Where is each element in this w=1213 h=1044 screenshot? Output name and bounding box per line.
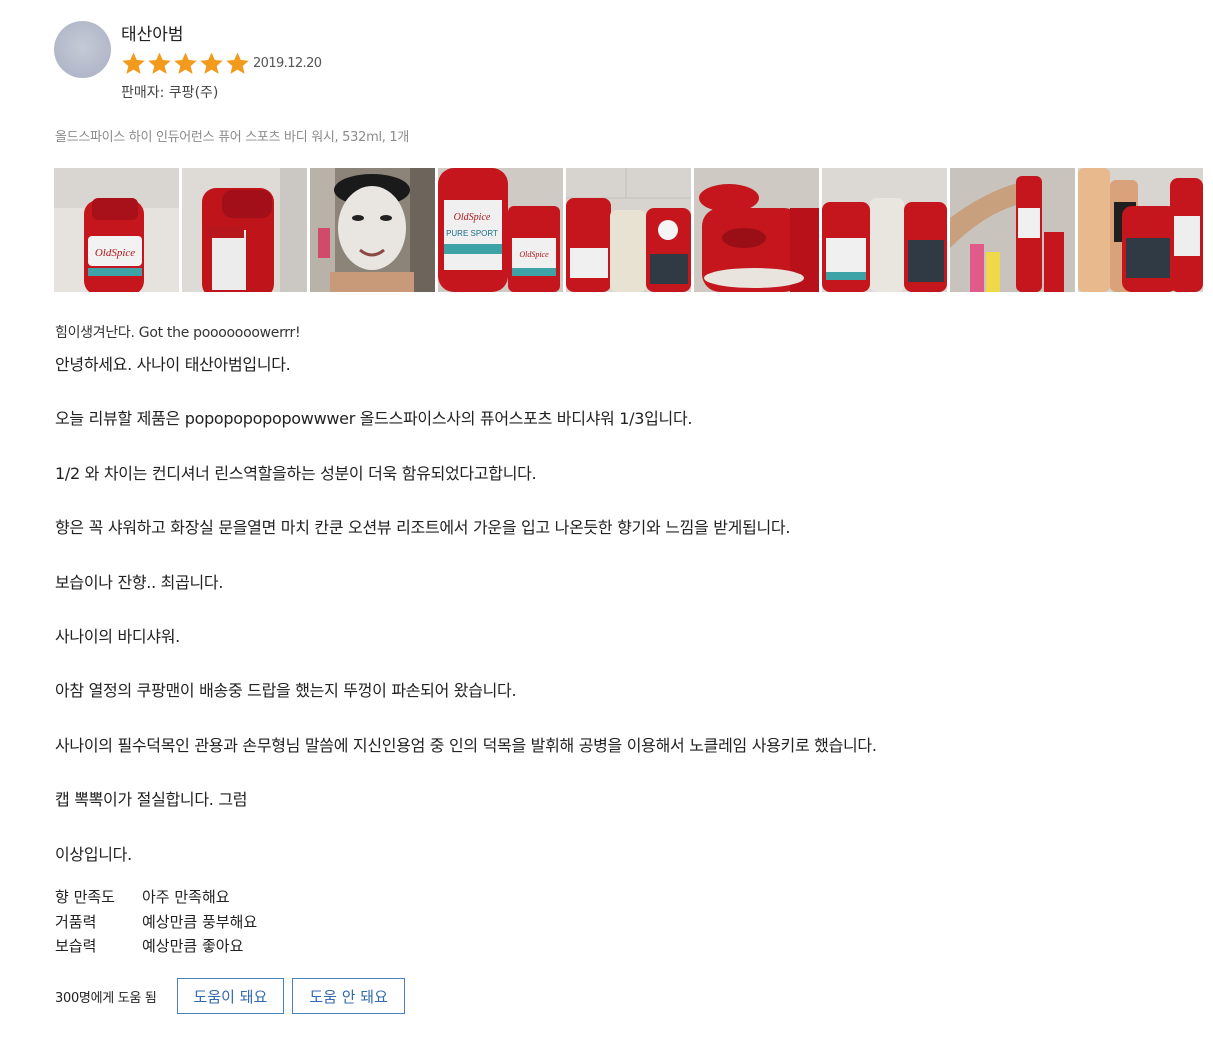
review-body-line (55, 434, 1175, 461)
svg-text:OldSpice: OldSpice (454, 212, 491, 223)
review-photo-7[interactable] (822, 168, 947, 292)
review-photo-1[interactable]: OldSpice (54, 168, 179, 292)
not-helpful-button[interactable]: 도움 안 돼요 (292, 978, 405, 1014)
review-body-line (55, 543, 1175, 570)
survey-key: 향 만족도 (55, 888, 115, 906)
review-body-line: 안녕하세요. 사나이 태산아범입니다. (55, 355, 291, 374)
helpful-button[interactable]: 도움이 돼요 (176, 978, 285, 1014)
review-body-line: 사나이의 필수덕목인 관용과 손무형님 말씀에 지신인용엄 중 인의 덕목을 발… (55, 735, 877, 755)
review-body-line (55, 761, 1175, 788)
star-icon (226, 52, 249, 74)
review-body-line: 1/2 와 차이는 컨디셔너 린스역할을하는 성분이 더욱 함유되었다고합니다. (55, 463, 537, 483)
review-body-line (55, 380, 1175, 407)
seller-label: 판매자: 쿠팡(주) (121, 85, 219, 101)
review-body-line: 아참 열정의 쿠팡맨이 배송중 드랍을 했는지 뚜껑이 파손되어 왔습니다. (55, 681, 517, 701)
star-icon (200, 52, 223, 74)
review-date: 2019.12.20 (253, 56, 322, 71)
review-body-line (55, 706, 1175, 733)
review-body: 안녕하세요. 사나이 태산아범입니다. 오늘 리뷰할 제품은 popopopopo… (55, 353, 1175, 870)
svg-text:OldSpice: OldSpice (95, 247, 135, 259)
survey-key: 거품력 (55, 912, 97, 931)
survey-row: 거품력 예상만큼 풍부해요 (55, 911, 257, 936)
star-rating (121, 51, 250, 75)
star-icon (122, 52, 145, 74)
review-photo-9[interactable] (1078, 168, 1203, 292)
review-body-line: 이상입니다. (55, 844, 132, 864)
survey-row: 향 만족도 아주 만족해요 (55, 886, 257, 911)
helpful-count: 300명에게 도움 됨 (55, 990, 157, 1006)
helpful-section: 300명에게 도움 됨 도움이 돼요 도움 안 돼요 (55, 978, 413, 1014)
review-body-line: 향은 꼭 샤워하고 화장실 문을열면 마치 칸쿤 오션뷰 리조트에서 가운을 입… (55, 518, 791, 538)
survey-row: 보습력 예상만큼 좋아요 (55, 935, 257, 960)
review-photo-8[interactable] (950, 168, 1075, 292)
survey-value: 예상만큼 좋아요 (142, 937, 244, 955)
review-body-line: 캡 뽁뽁이가 절실합니다. 그럼 (55, 790, 248, 810)
review-body-line: 보습이나 잔향.. 최곱니다. (55, 572, 224, 592)
review-photo-3[interactable] (310, 168, 435, 292)
star-icon (148, 52, 171, 74)
review-photo-5[interactable] (566, 168, 691, 292)
review-photo-6[interactable] (694, 168, 819, 292)
review-body-line (55, 489, 1175, 516)
review-body-line: 사나이의 바디샤워. (55, 626, 180, 646)
review-body-line (55, 598, 1175, 625)
survey-key: 보습력 (55, 937, 97, 955)
svg-text:PURE SPORT: PURE SPORT (446, 229, 498, 238)
svg-text:OldSpice: OldSpice (519, 250, 549, 259)
photo-strip: OldSpice OldSpice PURE SPORT OldSpice (54, 168, 1203, 292)
review-body-line (55, 652, 1175, 679)
review-body-line: 오늘 리뷰할 제품은 popopopopopowwwer 올드스파이스사의 퓨어… (55, 409, 693, 429)
review-body-line (55, 815, 1175, 842)
avatar (54, 21, 111, 78)
product-name: 올드스파이스 하이 인듀어런스 퓨어 스포츠 바디 워시, 532ml, 1개 (55, 130, 410, 145)
review-photo-4[interactable]: OldSpice PURE SPORT OldSpice (438, 168, 563, 292)
review-headline: 힘이생겨난다. Got the pooooooowerrr! (55, 325, 301, 341)
survey-value: 아주 만족해요 (142, 888, 230, 906)
reviewer-name: 태산아범 (121, 25, 184, 45)
review-photo-2[interactable] (182, 168, 307, 292)
survey-table: 향 만족도 아주 만족해요거품력 예상만큼 풍부해요보습력 예상만큼 좋아요 (55, 886, 257, 960)
survey-value: 예상만큼 풍부해요 (142, 912, 258, 931)
star-icon (174, 52, 197, 74)
